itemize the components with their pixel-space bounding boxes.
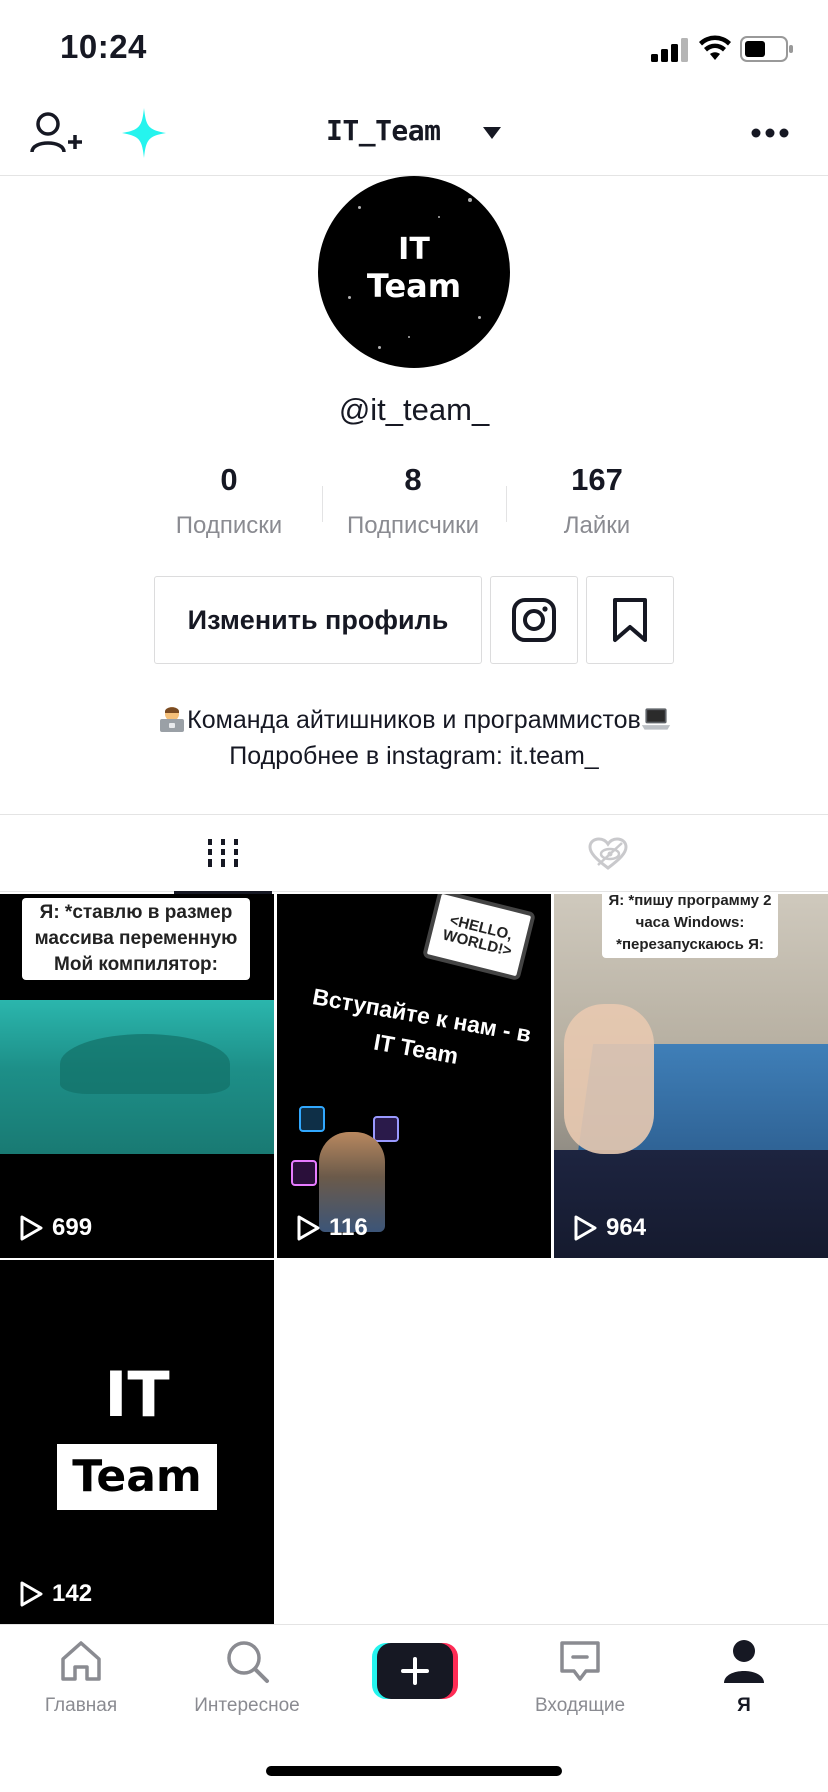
- view-count: 116: [295, 1214, 368, 1242]
- status-time: 10:24: [60, 28, 147, 65]
- bio-line-1: Команда айтишников и программистов: [0, 702, 828, 738]
- username: @it_team_: [338, 392, 490, 427]
- avatar[interactable]: IT Team: [318, 176, 510, 368]
- home-indicator: [266, 1766, 562, 1776]
- stat-following[interactable]: 0 Подписки: [137, 462, 321, 540]
- instagram-icon: [512, 598, 556, 642]
- play-icon: [574, 1215, 597, 1241]
- profile-title[interactable]: IT_Team: [326, 114, 441, 147]
- search-icon: [227, 1641, 269, 1683]
- play-icon: [20, 1581, 43, 1607]
- stat-following-count: 0: [220, 462, 238, 497]
- chevron-down-icon[interactable]: [482, 126, 502, 140]
- play-icon: [20, 1215, 43, 1241]
- wifi-icon: [699, 35, 731, 60]
- nav-home[interactable]: Главная: [6, 1637, 156, 1717]
- grid-videos-icon: [208, 839, 238, 867]
- view-count: 964: [572, 1214, 646, 1242]
- inbox-icon: [560, 1641, 600, 1681]
- sparkle-icon[interactable]: [122, 108, 166, 158]
- more-options-icon[interactable]: [750, 126, 790, 140]
- add-user-icon[interactable]: [30, 110, 82, 158]
- video-caption: Вступайте к нам - в IT Team: [310, 983, 534, 1069]
- video-caption: Я: *ставлю в размер массива переменную М…: [22, 898, 250, 980]
- status-bar: 10:24: [0, 0, 828, 96]
- stat-followers-count: 8: [404, 462, 422, 497]
- technologist-emoji-icon: [160, 707, 185, 732]
- stat-likes-count: 167: [571, 462, 623, 497]
- nav-discover[interactable]: Интересное: [172, 1637, 322, 1717]
- video-title-line-2: Team: [57, 1444, 217, 1510]
- instagram-button[interactable]: [490, 576, 578, 664]
- tab-liked-videos[interactable]: [580, 815, 636, 893]
- video-title-line-1: IT: [104, 1358, 170, 1431]
- profile-header: IT_Team: [0, 96, 828, 176]
- laptop-emoji-icon: [641, 708, 670, 730]
- create-video-button[interactable]: [372, 1643, 458, 1699]
- home-icon: [61, 1641, 101, 1681]
- view-count: 699: [18, 1214, 92, 1242]
- edit-profile-button[interactable]: Изменить профиль: [154, 576, 482, 664]
- hidden-heart-icon: [588, 837, 628, 870]
- cellular-signal-icon: [651, 38, 688, 62]
- favorites-button[interactable]: [586, 576, 674, 664]
- video-caption: Я: *пишу программу 2 часа Windows: *пере…: [602, 894, 778, 958]
- video-tile[interactable]: IT Team 142: [0, 1260, 274, 1624]
- nav-me[interactable]: Я: [669, 1637, 819, 1717]
- battery-icon: [740, 36, 793, 62]
- video-tile[interactable]: Я: *ставлю в размер массива переменную М…: [0, 894, 274, 1258]
- stat-following-label: Подписки: [175, 512, 283, 539]
- stat-followers-label: Подписчики: [346, 512, 480, 539]
- avatar-text: IT Team: [366, 232, 462, 305]
- view-count: 142: [18, 1580, 92, 1608]
- bio: Команда айтишников и программистов Подро…: [0, 702, 828, 774]
- nav-inbox[interactable]: Входящие: [505, 1637, 655, 1717]
- video-tile[interactable]: <HELLO, WORLD!> Вступайте к нам - в IT T…: [277, 894, 551, 1258]
- profile-icon: [724, 1640, 764, 1683]
- hello-world-sign: <HELLO, WORLD!>: [440, 911, 515, 961]
- stat-likes-label: Лайки: [563, 512, 631, 539]
- video-tile[interactable]: Я: *пишу программу 2 часа Windows: *пере…: [554, 894, 828, 1258]
- bio-line-2: Подробнее в instagram: it.team_: [229, 742, 599, 770]
- stat-followers[interactable]: 8 Подписчики: [321, 462, 505, 540]
- stat-likes[interactable]: 167 Лайки: [505, 462, 689, 540]
- profile-tabs: [0, 814, 828, 894]
- tab-videos[interactable]: [174, 815, 272, 894]
- play-icon: [297, 1215, 320, 1241]
- bookmark-icon: [613, 598, 647, 642]
